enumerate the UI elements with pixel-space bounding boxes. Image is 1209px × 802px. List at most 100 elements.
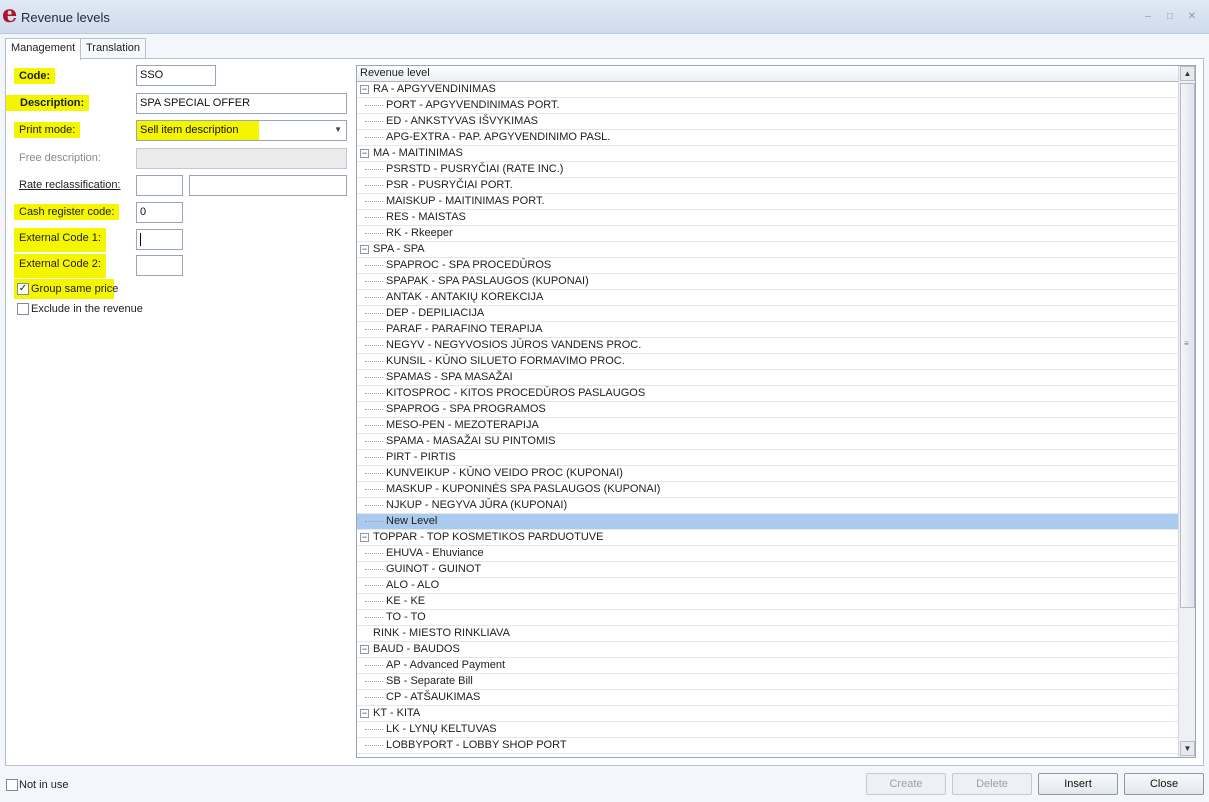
not-in-use-label: Not in use <box>19 779 69 791</box>
tree-row[interactable]: ED - ANKSTYVAS IŠVYKIMAS <box>357 114 1179 130</box>
scrollbar-thumb[interactable]: ≡ <box>1180 83 1195 608</box>
tree-row-label: RES - MAISTAS <box>386 211 466 223</box>
tree-row[interactable]: RINK - MIESTO RINKLIAVA <box>357 626 1179 642</box>
tree-row[interactable]: GUINOT - GUINOT <box>357 562 1179 578</box>
tree-connector-line <box>365 217 383 218</box>
rate-reclassification-name-input <box>189 175 347 196</box>
tree-row[interactable]: SPAMAS - SPA MASAŽAI <box>357 370 1179 386</box>
arrow-up-icon[interactable]: ▲ <box>1180 66 1195 81</box>
tree-group-row[interactable]: − RA - APGYVENDINIMAS <box>357 82 1179 98</box>
tree-row[interactable]: KITOSPROC - KITOS PROCEDŪROS PASLAUGOS <box>357 386 1179 402</box>
tree-row[interactable]: EHUVA - Ehuviance <box>357 546 1179 562</box>
tree-row[interactable]: SPAMA - MASAŽAI SU PINTOMIS <box>357 434 1179 450</box>
tree-row[interactable]: KUNSIL - KŪNO SILUETO FORMAVIMO PROC. <box>357 354 1179 370</box>
tree-row[interactable]: LK - LYNŲ KELTUVAS <box>357 722 1179 738</box>
external-code-2-input[interactable] <box>136 255 183 276</box>
tree-row[interactable]: RES - MAISTAS <box>357 210 1179 226</box>
tree-row[interactable]: NJKUP - NEGYVA JŪRA (KUPONAI) <box>357 498 1179 514</box>
close-icon[interactable]: ✕ <box>1185 11 1199 23</box>
tab-translation[interactable]: Translation <box>80 38 147 59</box>
tree-body: − RA - APGYVENDINIMAS PORT - APGYVENDINIMA… <box>357 82 1179 754</box>
tree-connector-line <box>365 297 383 298</box>
close-button[interactable]: Close <box>1124 773 1204 795</box>
tree-connector-line <box>365 681 383 682</box>
tree-group-row[interactable]: − SPA - SPA <box>357 242 1179 258</box>
tree-column-header[interactable]: Revenue level <box>357 66 1179 82</box>
tree-row[interactable]: LOBBYPORT - LOBBY SHOP PORT <box>357 738 1179 754</box>
tree-row[interactable]: PSR - PUSRYČIAI PORT. <box>357 178 1179 194</box>
tree-row[interactable]: PORT - APGYVENDINIMAS PORT. <box>357 98 1179 114</box>
tree-connector-line <box>365 601 383 602</box>
code-input[interactable]: SSO <box>136 65 216 86</box>
rate-reclassification-label[interactable]: Rate reclassification: <box>14 177 126 193</box>
tree-row[interactable]: DEP - DEPILIACIJA <box>357 306 1179 322</box>
minus-box-icon[interactable]: − <box>360 645 369 654</box>
tree-row[interactable]: SPAPROG - SPA PROGRAMOS <box>357 402 1179 418</box>
tree-row[interactable]: PSRSTD - PUSRYČIAI (RATE INC.) <box>357 162 1179 178</box>
tree-group-row[interactable]: − MA - MAITINIMAS <box>357 146 1179 162</box>
tree-connector-line <box>365 393 383 394</box>
minus-box-icon[interactable]: − <box>360 709 369 718</box>
tree-row[interactable]: TO - TO <box>357 610 1179 626</box>
tree-row-label: ANTAK - ANTAKIŲ KOREKCIJA <box>386 291 544 303</box>
tree-row[interactable]: APG-EXTRA - PAP. APGYVENDINIMO PASL. <box>357 130 1179 146</box>
minus-box-icon[interactable]: − <box>360 149 369 158</box>
tree-connector-line <box>365 729 383 730</box>
delete-button[interactable]: Delete <box>952 773 1032 795</box>
tree-row[interactable]: RK - Rkeeper <box>357 226 1179 242</box>
tree-row[interactable]: SPAPROC - SPA PROCEDŪROS <box>357 258 1179 274</box>
tree-row-label: SPAMA - MASAŽAI SU PINTOMIS <box>386 435 556 447</box>
tree-row[interactable]: MAISKUP - MAITINIMAS PORT. <box>357 194 1179 210</box>
tree-row[interactable]: MASKUP - KUPONINĖS SPA PASLAUGOS (KUPONA… <box>357 482 1179 498</box>
tab-management[interactable]: Management <box>5 38 82 60</box>
external-code-1-input[interactable] <box>136 229 183 250</box>
insert-button[interactable]: Insert <box>1038 773 1118 795</box>
minimize-icon[interactable]: – <box>1141 11 1155 23</box>
tree-row[interactable]: PIRT - PIRTIS <box>357 450 1179 466</box>
cash-register-input[interactable]: 0 <box>136 202 183 223</box>
minus-box-icon[interactable]: − <box>360 533 369 542</box>
tree-connector-line <box>365 377 383 378</box>
revenue-level-tree[interactable]: Revenue level − RA - APGYVENDINIMAS PORT -… <box>356 65 1196 758</box>
tree-row-label: LOBBYPORT - LOBBY SHOP PORT <box>386 739 567 751</box>
chevron-down-icon[interactable]: ▼ <box>334 125 342 134</box>
tree-row[interactable]: SPAPAK - SPA PASLAUGOS (KUPONAI) <box>357 274 1179 290</box>
minus-box-icon[interactable]: − <box>360 85 369 94</box>
tree-row[interactable]: CP - ATŠAUKIMAS <box>357 690 1179 706</box>
tree-row-label: LK - LYNŲ KELTUVAS <box>386 723 497 735</box>
tree-connector-line <box>365 457 383 458</box>
tree-group-row[interactable]: − TOPPAR - TOP KOSMETIKOS PARDUOTUVE <box>357 530 1179 546</box>
rate-reclassification-code-input[interactable] <box>136 175 183 196</box>
tree-row[interactable]: SB - Separate Bill <box>357 674 1179 690</box>
tree-row-label: EHUVA - Ehuviance <box>386 547 484 559</box>
arrow-down-icon[interactable]: ▼ <box>1180 741 1195 756</box>
tree-row[interactable]: ALO - ALO <box>357 578 1179 594</box>
tree-row-label: RINK - MIESTO RINKLIAVA <box>373 627 510 639</box>
vertical-scrollbar[interactable]: ▲ ≡ ▼ <box>1178 66 1195 757</box>
tree-connector-line <box>365 313 383 314</box>
description-input[interactable]: SPA SPECIAL OFFER <box>136 93 347 114</box>
tree-row[interactable]: MESO-PEN - MEZOTERAPIJA <box>357 418 1179 434</box>
tree-row-label: MESO-PEN - MEZOTERAPIJA <box>386 419 539 431</box>
tree-connector-line <box>365 473 383 474</box>
tree-row[interactable]: AP - Advanced Payment <box>357 658 1179 674</box>
maximize-icon[interactable]: □ <box>1163 11 1177 23</box>
text-caret <box>140 233 141 246</box>
print-mode-select[interactable]: Sell item description ▼ <box>136 120 347 141</box>
tree-row[interactable]: ANTAK - ANTAKIŲ KOREKCIJA <box>357 290 1179 306</box>
external-code-2-label: External Code 2: <box>14 254 106 278</box>
tree-group-row[interactable]: − KT - KITA <box>357 706 1179 722</box>
tree-connector-line <box>365 569 383 570</box>
tree-row-label: KE - KE <box>386 595 426 607</box>
tree-group-row[interactable]: − BAUD - BAUDOS <box>357 642 1179 658</box>
tree-row[interactable]: KE - KE <box>357 594 1179 610</box>
tree-row[interactable]: New Level <box>357 514 1179 530</box>
minus-box-icon[interactable]: − <box>360 245 369 254</box>
create-button[interactable]: Create <box>866 773 946 795</box>
tree-row[interactable]: KUNVEIKUP - KŪNO VEIDO PROC (KUPONAI) <box>357 466 1179 482</box>
tree-row[interactable]: PARAF - PARAFINO TERAPIJA <box>357 322 1179 338</box>
tree-connector-line <box>365 425 383 426</box>
tree-row-label: NJKUP - NEGYVA JŪRA (KUPONAI) <box>386 499 568 511</box>
tree-connector-line <box>365 105 383 106</box>
tree-row[interactable]: NEGYV - NEGYVOSIOS JŪROS VANDENS PROC. <box>357 338 1179 354</box>
